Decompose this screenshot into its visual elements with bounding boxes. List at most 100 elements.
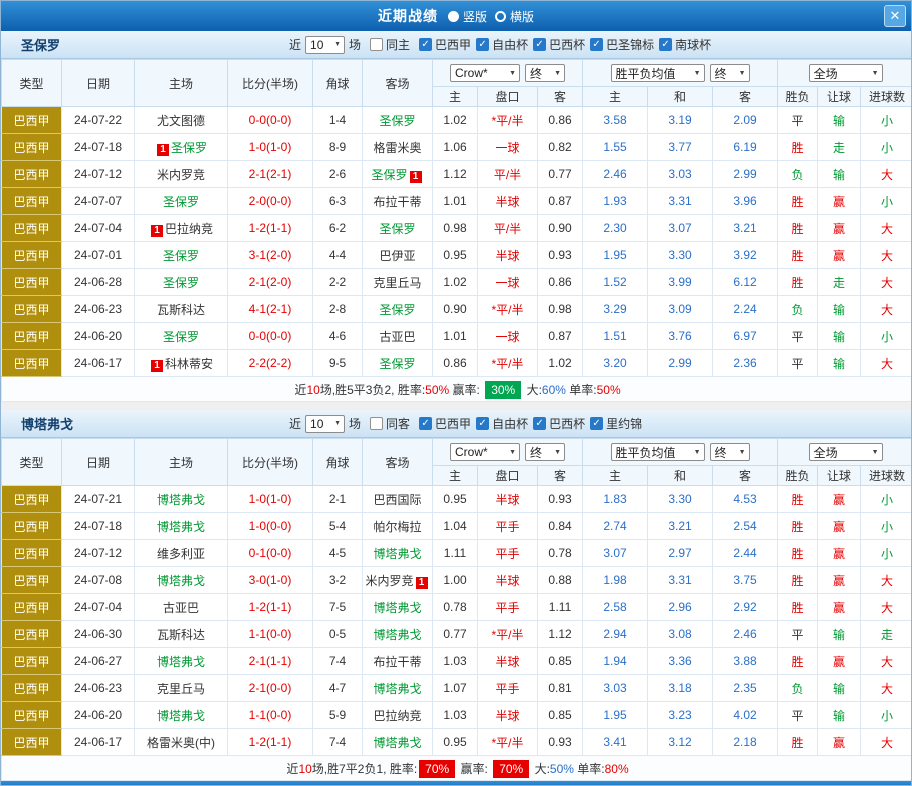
same-venue-filter[interactable]: 同主 [370,36,410,53]
team-label: 古亚巴 [379,330,415,344]
corner-cell: 6-3 [313,188,363,215]
match-row: 巴西甲24-07-21博塔弗戈1-0(1-0)2-1巴西国际0.95半球0.93… [2,486,912,513]
avg-draw-cell: 3.99 [648,269,713,296]
league-filter[interactable]: 巴西甲 [419,36,471,53]
goals-result-cell: 小 [861,513,912,540]
team-label: 巴拉纳竞 [373,709,421,723]
odds-company-select[interactable]: Crow* [450,64,520,82]
odds-state-select[interactable]: 终 [525,443,565,461]
avg-odds-select[interactable]: 胜平负均值 [611,443,705,461]
league-filter[interactable]: 巴西杯 [533,36,585,53]
corner-cell: 2-2 [313,269,363,296]
handicap-result-cell: 输 [818,350,861,377]
radio-horizontal-icon[interactable] [495,11,506,22]
handicap-cell: 平手 [478,675,538,702]
chevron-down-icon [694,449,701,456]
home-team-cell: 1圣保罗 [135,134,228,161]
team-label: 维多利亚 [157,547,205,561]
league-filter[interactable]: 自由杯 [476,36,528,53]
avg-away-cell: 4.53 [713,486,778,513]
chevron-down-icon [509,70,516,77]
summary-text: 近10场,胜7平2负1, 胜率:70% 赢率: 70% 大:50% 单率:80% [2,756,912,781]
avg-away-cell: 2.46 [713,621,778,648]
odds-home-cell: 1.00 [433,567,478,594]
avg-away-cell: 2.99 [713,161,778,188]
away-team-cell: 帕尔梅拉 [363,513,433,540]
scope-select[interactable]: 全场 [809,443,883,461]
goals-result-cell: 大 [861,215,912,242]
team-label: 瓦斯科达 [157,303,205,317]
team-label: 圣保罗 [163,330,199,344]
goals-result-cell: 大 [861,242,912,269]
date-cell: 24-06-17 [62,350,135,377]
team-section-sao-paulo: 圣保罗 近 10 场 同主 巴西甲自由杯巴西杯巴圣锦标南球杯 类型 日期 主场 [1,31,911,402]
result-cell: 平 [778,350,818,377]
match-row: 巴西甲24-07-08博塔弗戈3-0(1-0)3-2米内罗竞11.00半球0.8… [2,567,912,594]
league-filter[interactable]: 里约锦 [590,415,642,432]
league-cell: 巴西甲 [2,161,62,188]
avg-state-select[interactable]: 终 [710,64,750,82]
summary-segment: 80% [605,762,629,776]
subcol-header: 客 [538,466,583,486]
date-cell: 24-06-17 [62,729,135,756]
same-venue-filter[interactable]: 同客 [370,415,410,432]
summary-text: 近10场,胜5平3负2, 胜率:50% 赢率: 30% 大:60% 单率:50% [2,377,912,402]
score-cell: 1-0(1-0) [228,134,313,161]
chevron-down-icon [554,70,561,77]
odds-home-cell: 0.95 [433,486,478,513]
away-team-cell: 巴伊亚 [363,242,433,269]
league-filter[interactable]: 南球杯 [659,36,711,53]
avg-draw-cell: 2.99 [648,350,713,377]
avg-odds-select[interactable]: 胜平负均值 [611,64,705,82]
same-venue-label: 同主 [386,36,410,53]
radio-horizontal-label[interactable]: 横版 [510,8,534,25]
scope-select[interactable]: 全场 [809,64,883,82]
match-row: 巴西甲24-07-04古亚巴1-2(1-1)7-5博塔弗戈0.78平手1.112… [2,594,912,621]
summary-segment: 场,胜5平3负2, 胜率: [320,383,425,397]
odds-away-cell: 0.81 [538,675,583,702]
avg-away-cell: 2.44 [713,540,778,567]
avg-away-cell: 3.96 [713,188,778,215]
avg-away-cell: 6.97 [713,323,778,350]
match-count-select[interactable]: 10 [305,36,345,54]
odds-home-cell: 1.02 [433,107,478,134]
league-filter[interactable]: 自由杯 [476,415,528,432]
radio-vertical-icon[interactable] [448,11,459,22]
odds-away-cell: 0.90 [538,215,583,242]
match-row: 巴西甲24-07-12维多利亚0-1(0-0)4-5博塔弗戈1.11平手0.78… [2,540,912,567]
league-filter[interactable]: 巴圣锦标 [590,36,654,53]
avg-group-header: 胜平负均值 终 [583,60,778,87]
odds-state-select[interactable]: 终 [525,64,565,82]
match-row: 巴西甲24-07-12米内罗竞2-1(2-1)2-6圣保罗11.12平/半0.7… [2,161,912,188]
summary-segment: 赢率: [449,383,483,397]
chevron-down-icon [509,449,516,456]
match-row: 巴西甲24-06-17格雷米奥(中)1-2(1-1)7-4博塔弗戈0.95*平/… [2,729,912,756]
result-cell: 胜 [778,215,818,242]
summary-segment: 60% [542,383,566,397]
league-filter[interactable]: 巴西甲 [419,415,471,432]
team-label: 圣保罗 [379,222,415,236]
avg-away-cell: 2.18 [713,729,778,756]
chevron-down-icon [739,70,746,77]
result-cell: 胜 [778,567,818,594]
date-cell: 24-07-08 [62,567,135,594]
away-team-cell: 博塔弗戈 [363,621,433,648]
goals-result-cell: 大 [861,675,912,702]
match-count-select[interactable]: 10 [305,415,345,433]
home-team-cell: 博塔弗戈 [135,648,228,675]
score-cell: 1-1(0-0) [228,621,313,648]
avg-away-cell: 2.35 [713,675,778,702]
col-score-header: 比分(半场) [228,60,313,107]
team-label: 米内罗竞 [157,168,205,182]
subcol-header: 让球 [818,466,861,486]
goals-result-cell: 大 [861,161,912,188]
radio-vertical-label[interactable]: 竖版 [463,8,487,25]
summary-segment: 大: [523,383,542,397]
avg-state-select[interactable]: 终 [710,443,750,461]
team-label: 米内罗竞 [365,574,413,588]
close-button[interactable]: ✕ [884,5,906,27]
league-filter[interactable]: 巴西杯 [533,415,585,432]
odds-home-cell: 0.78 [433,594,478,621]
odds-company-select[interactable]: Crow* [450,443,520,461]
subcol-header: 和 [648,87,713,107]
